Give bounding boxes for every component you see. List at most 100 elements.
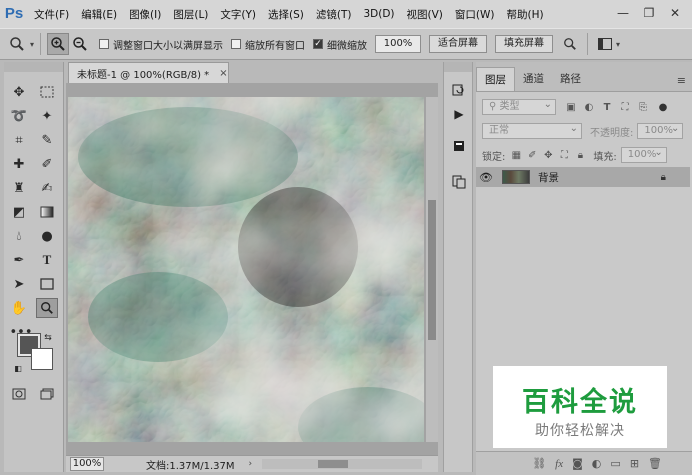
lock-position-icon[interactable]: ✥ — [541, 148, 555, 162]
default-colors-icon[interactable]: ◧ — [12, 362, 24, 374]
zoom-tool-preset-icon[interactable] — [6, 33, 28, 55]
fit-screen-button[interactable]: 适合屏幕 — [429, 35, 488, 53]
options-bar: ▾ 调整窗口大小以满屏显示 缩放所有窗口 ✓ 细微缩放 100% 适合屏幕 填充… — [0, 28, 692, 60]
smart-object-filter-icon[interactable]: ⎘ — [636, 100, 650, 114]
lock-artboard-icon[interactable]: ⛶ — [557, 148, 571, 162]
filter-toggle-icon[interactable]: ● — [656, 100, 670, 114]
document-size-info[interactable]: 文档:1.37M/1.37M — [146, 457, 235, 472]
resize-windows-checkbox[interactable]: 调整窗口大小以满屏显示 — [99, 37, 223, 52]
hand-tool-icon[interactable]: ✋ — [8, 298, 30, 318]
dodge-tool-icon[interactable]: ● — [36, 226, 58, 246]
move-tool-icon[interactable]: ✥ — [8, 82, 30, 102]
chevron-down-icon[interactable]: ▾ — [30, 40, 34, 49]
menu-image[interactable]: 图像(I) — [123, 7, 167, 22]
pen-tool-icon[interactable]: ✒ — [8, 250, 30, 270]
visibility-eye-icon[interactable]: 👁︎ — [476, 171, 496, 184]
type-tool-icon[interactable]: T — [36, 250, 58, 270]
divider — [40, 33, 42, 55]
magic-wand-tool-icon[interactable]: ✦ — [36, 106, 58, 126]
window-controls: — ❐ ✕ — [612, 3, 686, 23]
adjustment-filter-icon[interactable]: ◐ — [582, 100, 596, 114]
3d-icon[interactable] — [448, 136, 470, 156]
screen-mode-icon[interactable] — [36, 384, 58, 404]
horizontal-scroll-thumb[interactable] — [318, 460, 348, 468]
close-tab-icon[interactable]: × — [219, 68, 227, 79]
fill-field[interactable]: 100% — [620, 146, 667, 163]
pixel-filter-icon[interactable]: ▣ — [564, 100, 578, 114]
menu-file[interactable]: 文件(F) — [28, 7, 75, 22]
play-icon[interactable]: ▶ — [448, 104, 470, 124]
history-icon[interactable] — [448, 80, 470, 100]
image-canvas[interactable] — [68, 97, 424, 442]
gradient-tool-icon[interactable] — [36, 202, 58, 222]
minimize-button[interactable]: — — [612, 3, 634, 23]
brush-tool-icon[interactable]: ✐ — [36, 154, 58, 174]
background-color-swatch[interactable] — [31, 348, 53, 370]
path-selection-tool-icon[interactable]: ➤ — [8, 274, 30, 294]
menu-help[interactable]: 帮助(H) — [501, 7, 550, 22]
add-mask-icon[interactable]: ◙ — [572, 457, 583, 470]
panel-menu-icon[interactable]: ≡ — [677, 74, 686, 87]
menu-view[interactable]: 视图(V) — [401, 7, 449, 22]
close-button[interactable]: ✕ — [664, 3, 686, 23]
type-filter-icon[interactable]: T — [600, 100, 614, 114]
zoom-in-icon[interactable] — [47, 33, 70, 55]
workspace-icon[interactable] — [594, 33, 616, 55]
adjustment-layer-icon[interactable]: ◐ — [592, 457, 602, 470]
zoom-out-icon[interactable] — [69, 33, 91, 55]
restore-button[interactable]: ❐ — [638, 3, 660, 23]
filter-search-icon: ⚲ — [489, 101, 500, 112]
history-brush-tool-icon[interactable]: ✍ — [36, 178, 58, 198]
lock-transparent-icon[interactable]: ▦ — [509, 148, 523, 162]
menu-3d[interactable]: 3D(D) — [357, 8, 400, 20]
scrubby-zoom-checkbox[interactable]: ✓ 细微缩放 — [313, 37, 367, 52]
link-layers-icon[interactable]: ⛓ — [532, 457, 546, 470]
delete-layer-icon[interactable]: 🗑︎ — [648, 457, 662, 470]
filter-kind-dropdown[interactable]: ⚲ 类型 — [482, 98, 556, 115]
zoom-all-windows-checkbox[interactable]: 缩放所有窗口 — [231, 37, 305, 52]
chevron-right-icon[interactable]: › — [249, 459, 253, 469]
lock-image-icon[interactable]: ✐ — [525, 148, 539, 162]
rectangle-tool-icon[interactable] — [36, 274, 58, 294]
clone-stamp-tool-icon[interactable]: ♜ — [8, 178, 30, 198]
quick-mask-icon[interactable] — [8, 384, 30, 404]
properties-icon[interactable] — [448, 172, 470, 192]
menu-filter[interactable]: 滤镜(T) — [310, 7, 358, 22]
menu-window[interactable]: 窗口(W) — [449, 7, 501, 22]
blend-mode-dropdown[interactable]: 正常 — [482, 122, 582, 139]
document-tab[interactable]: 未标题-1 @ 100%(RGB/8) * × — [68, 62, 229, 83]
menu-edit[interactable]: 编辑(E) — [75, 7, 123, 22]
menu-layer[interactable]: 图层(L) — [167, 7, 214, 22]
chevron-down-icon[interactable]: ▾ — [616, 40, 620, 49]
layer-style-icon[interactable]: fx — [555, 458, 563, 470]
zoom-percent-field[interactable]: 100% — [375, 35, 422, 53]
tab-paths[interactable]: 路径 — [552, 67, 589, 91]
marquee-tool-icon[interactable] — [36, 82, 58, 102]
shape-filter-icon[interactable]: ⛶ — [618, 100, 632, 114]
search-icon[interactable] — [559, 33, 581, 55]
new-group-icon[interactable]: ▭ — [610, 457, 620, 470]
lasso-tool-icon[interactable]: ➰ — [8, 106, 30, 126]
eyedropper-tool-icon[interactable]: ✎ — [36, 130, 58, 150]
status-zoom-field[interactable]: 100% — [70, 457, 104, 471]
layer-row[interactable]: 👁︎ 背景 🔒︎ — [476, 167, 690, 187]
fill-screen-button[interactable]: 填充屏幕 — [495, 35, 554, 53]
panel-grip[interactable] — [4, 62, 63, 72]
zoom-tool-icon[interactable] — [36, 298, 58, 318]
blur-tool-icon[interactable]: 💧︎ — [8, 226, 30, 246]
panel-grip[interactable] — [444, 62, 472, 72]
new-layer-icon[interactable]: ⊞ — [630, 457, 639, 470]
tab-channels[interactable]: 通道 — [515, 67, 552, 91]
lock-all-icon[interactable]: 🔒︎ — [573, 148, 587, 162]
healing-brush-tool-icon[interactable]: ✚ — [8, 154, 30, 174]
fill-label: 填充: — [593, 151, 617, 163]
tab-layers[interactable]: 图层 — [476, 67, 515, 91]
layer-filter-row: ⚲ 类型 ▣ ◐ T ⛶ ⎘ ● — [476, 96, 692, 118]
vertical-scroll-thumb[interactable] — [428, 200, 436, 340]
menu-type[interactable]: 文字(Y) — [214, 7, 262, 22]
crop-tool-icon[interactable]: ⌗ — [8, 130, 30, 150]
menu-select[interactable]: 选择(S) — [262, 7, 310, 22]
opacity-field[interactable]: 100% — [637, 122, 684, 139]
swap-colors-icon[interactable]: ⇆ — [42, 332, 54, 344]
eraser-tool-icon[interactable]: ◩ — [8, 202, 30, 222]
